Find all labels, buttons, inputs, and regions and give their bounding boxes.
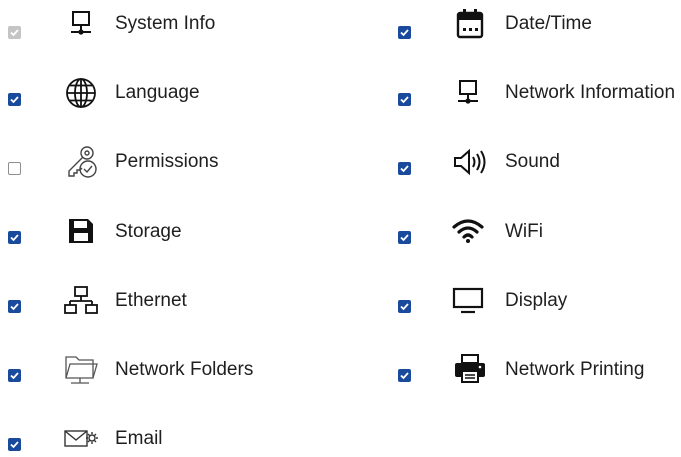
network-folder-icon — [63, 351, 99, 387]
permissions-checkbox[interactable] — [8, 162, 21, 175]
display-icon — [450, 282, 486, 318]
wifi-checkbox[interactable] — [398, 231, 411, 244]
language-label: Language — [115, 82, 200, 103]
email-gear-icon — [63, 421, 99, 457]
email-checkbox[interactable] — [8, 438, 21, 451]
network-printing-label: Network Printing — [505, 359, 645, 380]
ethernet-network-icon — [63, 282, 99, 318]
storage-checkbox[interactable] — [8, 231, 21, 244]
storage-label: Storage — [115, 221, 182, 242]
email-label: Email — [115, 428, 163, 449]
ethernet-checkbox[interactable] — [8, 300, 21, 313]
floppy-disk-icon — [63, 213, 99, 249]
system-info-checkbox[interactable] — [8, 26, 21, 39]
printer-icon — [452, 351, 488, 387]
display-label: Display — [505, 290, 568, 311]
calendar-icon — [452, 6, 488, 42]
display-checkbox[interactable] — [398, 300, 411, 313]
speaker-icon — [452, 144, 488, 180]
network-information-checkbox[interactable] — [398, 93, 411, 106]
language-checkbox[interactable] — [8, 93, 21, 106]
network-folders-checkbox[interactable] — [8, 369, 21, 382]
network-computer-icon — [450, 75, 486, 111]
date-time-checkbox[interactable] — [398, 26, 411, 39]
system-info-label: System Info — [115, 13, 216, 34]
ethernet-label: Ethernet — [115, 290, 187, 311]
network-information-label: Network Information — [505, 82, 676, 103]
wifi-label: WiFi — [505, 221, 543, 242]
permissions-label: Permissions — [115, 151, 219, 172]
network-folders-label: Network Folders — [115, 359, 254, 380]
key-shield-icon — [63, 144, 99, 180]
network-printing-checkbox[interactable] — [398, 369, 411, 382]
sound-label: Sound — [505, 151, 560, 172]
date-time-label: Date/Time — [505, 13, 592, 34]
sound-checkbox[interactable] — [398, 162, 411, 175]
monitor-icon — [63, 6, 99, 42]
globe-icon — [63, 75, 99, 111]
wifi-icon — [450, 213, 486, 249]
